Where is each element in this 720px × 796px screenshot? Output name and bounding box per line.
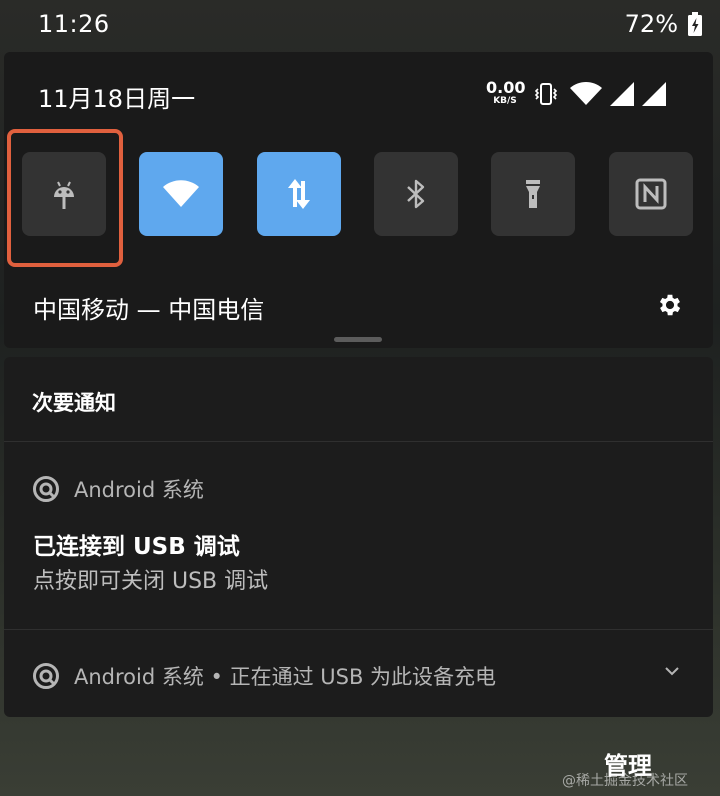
vibrate-icon [535, 83, 557, 105]
watermark: @稀土掘金技术社区 [562, 773, 688, 789]
notification-app-name: Android 系统 [74, 478, 204, 502]
tile-highlight-box [7, 129, 123, 267]
network-speed-value: 0.00 [486, 78, 526, 97]
notification-body[interactable]: 点按即可关闭 USB 调试 [33, 563, 268, 595]
battery-percent: 72% [624, 10, 678, 38]
chevron-down-icon[interactable] [664, 663, 680, 679]
tile-bluetooth[interactable] [374, 152, 458, 236]
notification-title[interactable]: 已连接到 USB 调试 [33, 527, 240, 561]
tile-mobile-data[interactable] [257, 152, 341, 236]
data-arrows-icon [288, 179, 310, 209]
status-bar: 11:26 72% [0, 0, 720, 50]
qs-date[interactable]: 11月18日周一 [38, 79, 195, 114]
panel-drag-handle[interactable] [334, 337, 382, 342]
notification-collapsed-row[interactable]: Android 系统 • 正在通过 USB 为此设备充电 [32, 661, 496, 691]
wifi-status-icon [570, 82, 602, 105]
tile-flashlight[interactable] [491, 152, 575, 236]
gear-icon[interactable] [656, 291, 684, 319]
android-system-icon [33, 476, 59, 502]
nfc-icon [635, 178, 667, 210]
battery-charging-icon [688, 12, 702, 36]
network-speed-unit: KB/S [493, 96, 517, 106]
status-time: 11:26 [38, 10, 110, 38]
signal-sim2-icon [642, 82, 666, 106]
notification-card: 次要通知 Android 系统 已连接到 USB 调试 点按即可关闭 USB 调… [4, 357, 713, 717]
network-speed: 0.00 KB/S [486, 78, 526, 106]
carrier-name: 中国移动 — 中国电信 [33, 296, 265, 324]
notification-summary: Android 系统 • 正在通过 USB 为此设备充电 [74, 665, 497, 689]
divider [4, 441, 713, 442]
wifi-icon [163, 180, 199, 207]
android-system-icon [33, 663, 59, 689]
quick-settings-panel: 11月18日周一 0.00 KB/S 中国移动 — 中国电信 [4, 52, 713, 348]
notification-app-row[interactable]: Android 系统 [32, 474, 204, 504]
bluetooth-icon [407, 179, 425, 209]
flashlight-icon [526, 180, 540, 208]
signal-sim1-icon [610, 82, 634, 106]
divider [4, 629, 713, 630]
section-header: 次要通知 [32, 391, 116, 415]
tile-nfc[interactable] [609, 152, 693, 236]
tile-wifi[interactable] [139, 152, 223, 236]
